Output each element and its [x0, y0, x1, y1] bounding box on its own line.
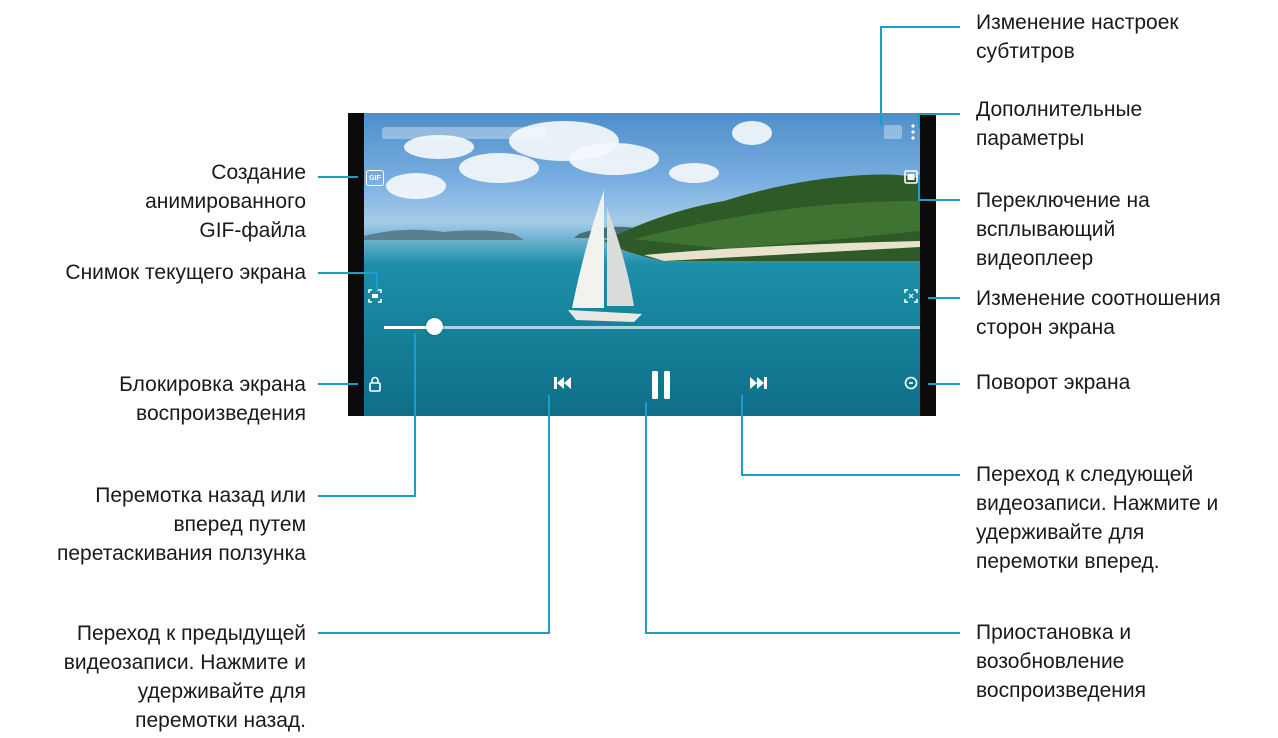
callout-line: Создание	[211, 161, 306, 184]
callout-line: воспроизведения	[976, 679, 1146, 702]
callout-line: всплывающий	[976, 218, 1116, 241]
callout-subtitle-settings: Изменение настроек субтитров	[976, 8, 1179, 66]
leader-subtitle-h	[880, 26, 960, 28]
callout-line: Приостановка и	[976, 621, 1132, 644]
leader-screenshot-h	[318, 272, 378, 274]
leader-next-h	[741, 474, 960, 476]
callout-line: GIF-файла	[199, 219, 306, 242]
callout-line: удерживайте для	[976, 521, 1145, 544]
leader-pause-v	[645, 402, 647, 634]
callout-line: возобновление	[976, 650, 1125, 673]
callout-line: субтитров	[976, 40, 1075, 63]
leader-gif-h	[318, 176, 358, 178]
leader-pause-h	[645, 632, 960, 634]
sailboat	[568, 190, 642, 322]
cloud	[459, 153, 539, 183]
leader-seek-v	[414, 333, 416, 497]
leader-popup-v	[918, 175, 920, 200]
rotate-icon[interactable]	[904, 376, 918, 390]
callout-rotate-screen: Поворот экрана	[976, 368, 1130, 397]
callout-next-video: Переход к следующей видеозаписи. Нажмите…	[976, 460, 1218, 576]
callout-pause-resume: Приостановка и возобновление воспроизвед…	[976, 618, 1146, 705]
callout-line: удерживайте для	[137, 680, 306, 703]
cloud	[386, 173, 446, 199]
video-player-screen: GIF	[348, 113, 936, 416]
leader-more-h	[918, 113, 960, 115]
lock-icon[interactable]	[368, 376, 382, 392]
callout-line: перетаскивания ползунка	[57, 542, 306, 565]
skip-next-icon[interactable]	[749, 375, 767, 391]
callout-line: Переход к следующей	[976, 463, 1194, 486]
callout-line: Дополнительные	[976, 98, 1143, 121]
callout-popup-player: Переключение на всплывающий видеоплеер	[976, 186, 1150, 273]
callout-line: анимированного	[145, 190, 306, 213]
callout-line: Поворот экрана	[976, 371, 1131, 394]
screenshot-capture-icon[interactable]	[368, 289, 382, 303]
callout-line: Переход к предыдущей	[76, 622, 306, 645]
callout-line: вперед путем	[173, 513, 306, 536]
callout-line: перемотки назад.	[135, 709, 306, 732]
video-title	[382, 127, 547, 139]
leader-more-v	[918, 113, 920, 129]
callout-create-gif: Создание анимированного GIF-файла	[145, 158, 306, 245]
aspect-ratio-icon[interactable]	[904, 289, 918, 303]
leader-popup-h	[918, 199, 960, 201]
callout-line: Блокировка экрана	[119, 373, 306, 396]
leader-seek-h	[318, 495, 416, 497]
subtitle-settings-icon[interactable]	[884, 125, 902, 139]
callout-line: видеозаписи. Нажмите и	[976, 492, 1219, 515]
seek-bar-thumb[interactable]	[426, 318, 444, 335]
pause-icon[interactable]	[650, 370, 672, 400]
gif-icon[interactable]: GIF	[366, 170, 384, 186]
callout-seek: Перемотка назад или вперед путем перетас…	[57, 481, 306, 568]
leader-rotate-h	[928, 383, 960, 385]
more-vertical-icon[interactable]	[908, 123, 918, 141]
leader-screenshot-v	[376, 272, 378, 292]
popup-player-icon[interactable]	[904, 170, 918, 184]
callout-screenshot: Снимок текущего экрана	[65, 258, 306, 287]
callout-line: Снимок текущего экрана	[65, 261, 306, 284]
callout-aspect-ratio: Изменение соотношения сторон экрана	[976, 284, 1221, 342]
cloud	[732, 121, 772, 145]
callout-line: параметры	[976, 127, 1085, 150]
leader-aspect-h	[928, 297, 960, 299]
leader-lock-h	[318, 383, 358, 385]
callout-line: сторон экрана	[976, 316, 1115, 339]
callout-line: Перемотка назад или	[95, 484, 306, 507]
leader-subtitle-v	[880, 27, 882, 125]
callout-line: видеоплеер	[976, 247, 1094, 270]
callout-line: Переключение на	[976, 189, 1150, 212]
skip-previous-icon[interactable]	[554, 375, 572, 391]
callout-more-options: Дополнительные параметры	[976, 95, 1142, 153]
leader-next-v	[741, 395, 743, 476]
callout-line: Изменение соотношения	[976, 287, 1221, 310]
seek-bar-track[interactable]	[384, 326, 920, 329]
gif-icon-text: GIF	[369, 174, 381, 182]
callout-line: воспроизведения	[136, 402, 306, 425]
callout-line: перемотки вперед.	[976, 550, 1160, 573]
leader-prev-h	[318, 632, 550, 634]
callout-line: Изменение настроек	[976, 11, 1179, 34]
leader-prev-v	[548, 395, 550, 634]
video-frame[interactable]: GIF	[364, 113, 920, 416]
callout-lock-screen: Блокировка экрана воспроизведения	[119, 370, 306, 428]
callout-previous-video: Переход к предыдущей видеозаписи. Нажмит…	[64, 619, 306, 735]
callout-line: видеозаписи. Нажмите и	[63, 651, 306, 674]
